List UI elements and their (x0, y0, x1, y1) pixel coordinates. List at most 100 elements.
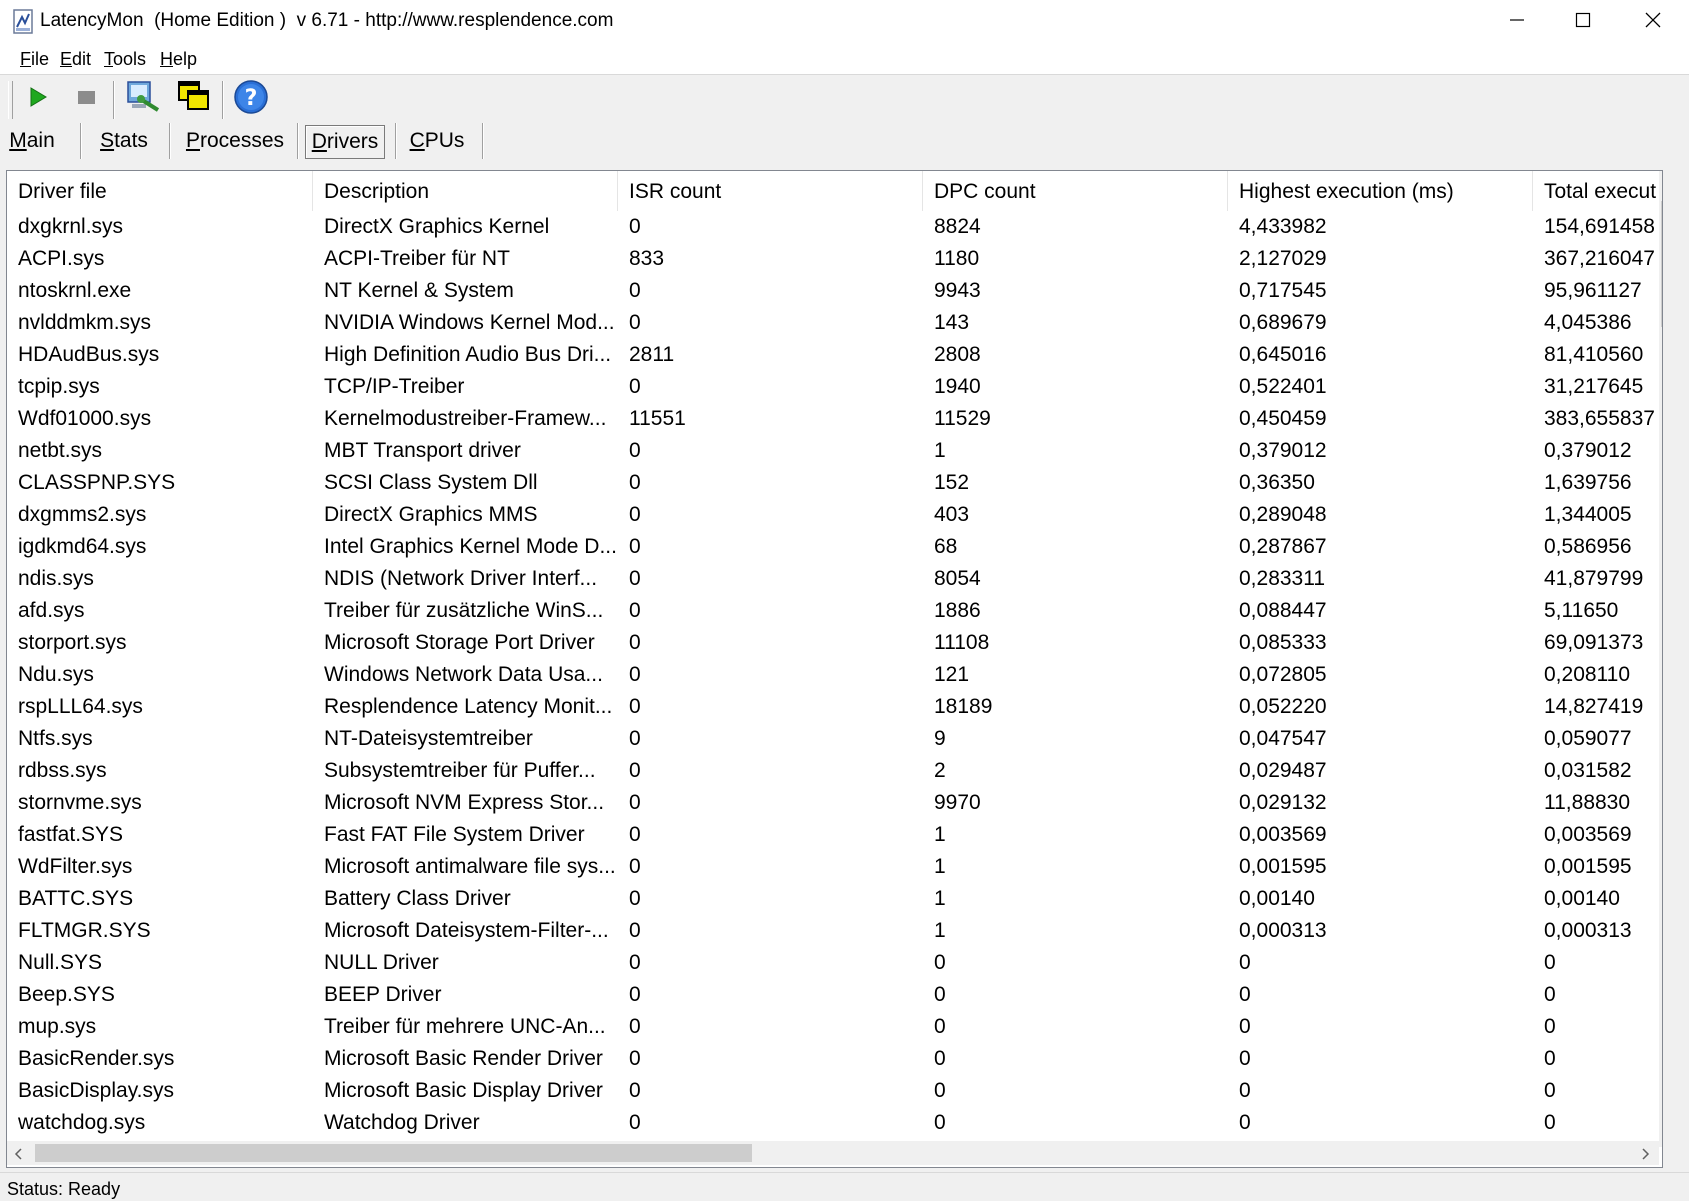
horizontal-scrollbar[interactable] (7, 1141, 1659, 1165)
cell-isr-count: 0 (629, 215, 641, 238)
cell-driver-file: tcpip.sys (18, 375, 100, 398)
menu-file[interactable]: File (20, 49, 49, 70)
cell-highest-execution: 0,029487 (1239, 759, 1327, 782)
column-header-description[interactable]: Description (313, 171, 618, 211)
column-header-dpc-count[interactable]: DPC count (923, 171, 1228, 211)
table-row[interactable]: BATTC.SYS Battery Class Driver 0 1 0,00140 0,… (7, 883, 1659, 915)
table-row[interactable]: ntoskrnl.exe NT Kernel & System 0 9943 0,717… (7, 275, 1659, 307)
drivers-list[interactable]: Driver file Description ISR count DPC co… (6, 170, 1663, 1168)
cell-dpc-count: 0 (934, 1079, 946, 1102)
table-row[interactable]: tcpip.sys TCP/IP-Treiber 0 1940 0,522401 31,2… (7, 371, 1659, 403)
column-header-total-execution[interactable]: Total execut (1533, 171, 1659, 211)
table-row[interactable]: FLTMGR.SYS Microsoft Dateisystem-Filter-.… (7, 915, 1659, 947)
tab-stats[interactable]: Stats (92, 123, 156, 159)
close-button[interactable] (1618, 0, 1688, 44)
cell-highest-execution: 0,717545 (1239, 279, 1327, 302)
horizontal-scroll-thumb[interactable] (35, 1144, 752, 1162)
cell-driver-file: netbt.sys (18, 439, 103, 462)
cell-isr-count: 2811 (629, 343, 675, 366)
table-row[interactable]: BasicDisplay.sys Microsoft Basic Display … (7, 1075, 1659, 1107)
table-row[interactable]: nvlddmkm.sys NVIDIA Windows Kernel Mod...… (7, 307, 1659, 339)
table-row[interactable]: Wdf01000.sys Kernelmodustreiber-Framew...… (7, 403, 1659, 435)
scroll-left-icon[interactable] (13, 1147, 25, 1163)
svg-text:?: ? (245, 86, 258, 111)
cell-isr-count: 0 (629, 535, 641, 558)
table-row[interactable]: ACPI.sys ACPI-Treiber für NT 833 1180 2,1270… (7, 243, 1659, 275)
toolbar-grip[interactable] (8, 81, 13, 119)
cell-isr-count: 0 (629, 471, 641, 494)
stop-button[interactable] (66, 79, 106, 119)
maximize-button[interactable] (1548, 0, 1618, 44)
start-button[interactable] (18, 79, 58, 119)
help-button[interactable]: ? (231, 79, 271, 119)
cell-description: High Definition Audio Bus Dri... (324, 343, 612, 366)
cell-highest-execution: 2,127029 (1239, 247, 1327, 270)
cell-driver-file: WdFilter.sys (18, 855, 133, 878)
cell-description: NDIS (Network Driver Interf... (324, 567, 598, 590)
menu-edit[interactable]: Edit (60, 49, 91, 70)
driver-details-button[interactable] (123, 79, 163, 119)
cell-highest-execution: 0 (1239, 951, 1251, 974)
table-row[interactable]: storport.sys Microsoft Storage Port Drive… (7, 627, 1659, 659)
cell-isr-count: 0 (629, 439, 641, 462)
table-row[interactable]: ndis.sys NDIS (Network Driver Interf... 0 8… (7, 563, 1659, 595)
table-row[interactable]: dxgmms2.sys DirectX Graphics MMS 0 403 0,289… (7, 499, 1659, 531)
cell-highest-execution: 4,433982 (1239, 215, 1327, 238)
table-row[interactable]: Ndu.sys Windows Network Data Usa... 0 121 0,… (7, 659, 1659, 691)
column-header-highest-execution[interactable]: Highest execution (ms) (1228, 171, 1533, 211)
table-row[interactable]: Null.SYS NULL Driver 0 0 0 0 (7, 947, 1659, 979)
cell-dpc-count: 2808 (934, 343, 981, 366)
column-header-driver-file[interactable]: Driver file (7, 171, 313, 211)
cell-isr-count: 0 (629, 887, 641, 910)
table-row[interactable]: igdkmd64.sys Intel Graphics Kernel Mode D… (7, 531, 1659, 563)
cell-description: Battery Class Driver (324, 887, 511, 910)
column-header-isr-count[interactable]: ISR count (618, 171, 923, 211)
cell-isr-count: 0 (629, 1079, 641, 1102)
cell-total-execution: 4,045386 (1544, 311, 1632, 334)
table-row[interactable]: rdbss.sys Subsystemtreiber für Puffer... 0… (7, 755, 1659, 787)
toolbar-separator-2 (222, 81, 224, 119)
cell-driver-file: dxgmms2.sys (18, 503, 147, 526)
tab-main[interactable]: Main (4, 123, 60, 159)
tab-divider (80, 123, 82, 159)
table-row[interactable]: WdFilter.sys Microsoft antimalware file s… (7, 851, 1659, 883)
vertical-scroll-thumb[interactable] (1661, 201, 1662, 327)
cell-total-execution: 0,208110 (1544, 663, 1631, 686)
table-row[interactable]: watchdog.sys Watchdog Driver 0 0 0 0 (7, 1107, 1659, 1139)
cell-highest-execution: 0,000313 (1239, 919, 1327, 942)
table-row[interactable]: BasicRender.sys Microsoft Basic Render Dr… (7, 1043, 1659, 1075)
table-row[interactable]: CLASSPNP.SYS SCSI Class System Dll 0 152 0,3… (7, 467, 1659, 499)
table-row[interactable]: rspLLL64.sys Resplendence Latency Monit..… (7, 691, 1659, 723)
tab-processes[interactable]: Processes (180, 123, 290, 159)
table-row[interactable]: mup.sys Treiber für mehrere UNC-An... 0 0 0 0 (7, 1011, 1659, 1043)
table-row[interactable]: fastfat.SYS Fast FAT File System Driver 0 1… (7, 819, 1659, 851)
vertical-scrollbar[interactable] (1659, 171, 1662, 1147)
cell-dpc-count: 1 (934, 919, 946, 942)
table-row[interactable]: Ntfs.sys NT-Dateisystemtreiber 0 9 0,047547 0… (7, 723, 1659, 755)
cell-highest-execution: 0 (1239, 1111, 1251, 1134)
scroll-right-icon[interactable] (1639, 1147, 1651, 1163)
table-row[interactable]: Beep.SYS BEEP Driver 0 0 0 0 (7, 979, 1659, 1011)
cell-total-execution: 0 (1544, 1079, 1556, 1102)
menu-bar: File Edit Tools Help (0, 44, 1689, 75)
cell-total-execution: 11,88830 (1544, 791, 1631, 814)
cell-highest-execution: 0,00140 (1239, 887, 1315, 910)
copy-windows-button[interactable] (174, 79, 214, 119)
cell-isr-count: 0 (629, 1047, 641, 1070)
menu-help[interactable]: Help (160, 49, 197, 70)
cell-description: Microsoft antimalware file sys... (324, 855, 616, 878)
table-row[interactable]: stornvme.sys Microsoft NVM Express Stor..… (7, 787, 1659, 819)
cell-description: DirectX Graphics MMS (324, 503, 538, 526)
cell-total-execution: 31,217645 (1544, 375, 1644, 398)
cell-total-execution: 0,003569 (1544, 823, 1632, 846)
cell-isr-count: 0 (629, 983, 641, 1006)
menu-tools[interactable]: Tools (104, 49, 146, 70)
toolbar-separator (113, 81, 115, 119)
minimize-button[interactable] (1482, 0, 1552, 44)
table-row[interactable]: HDAudBus.sys High Definition Audio Bus Dr… (7, 339, 1659, 371)
table-row[interactable]: netbt.sys MBT Transport driver 0 1 0,379012 0… (7, 435, 1659, 467)
table-row[interactable]: afd.sys Treiber für zusätzliche WinS... 0 1… (7, 595, 1659, 627)
tab-drivers[interactable]: Drivers (305, 125, 385, 159)
table-row[interactable]: dxgkrnl.sys DirectX Graphics Kernel 0 8824 4… (7, 211, 1659, 243)
tab-cpus[interactable]: C PUs (402, 123, 472, 159)
